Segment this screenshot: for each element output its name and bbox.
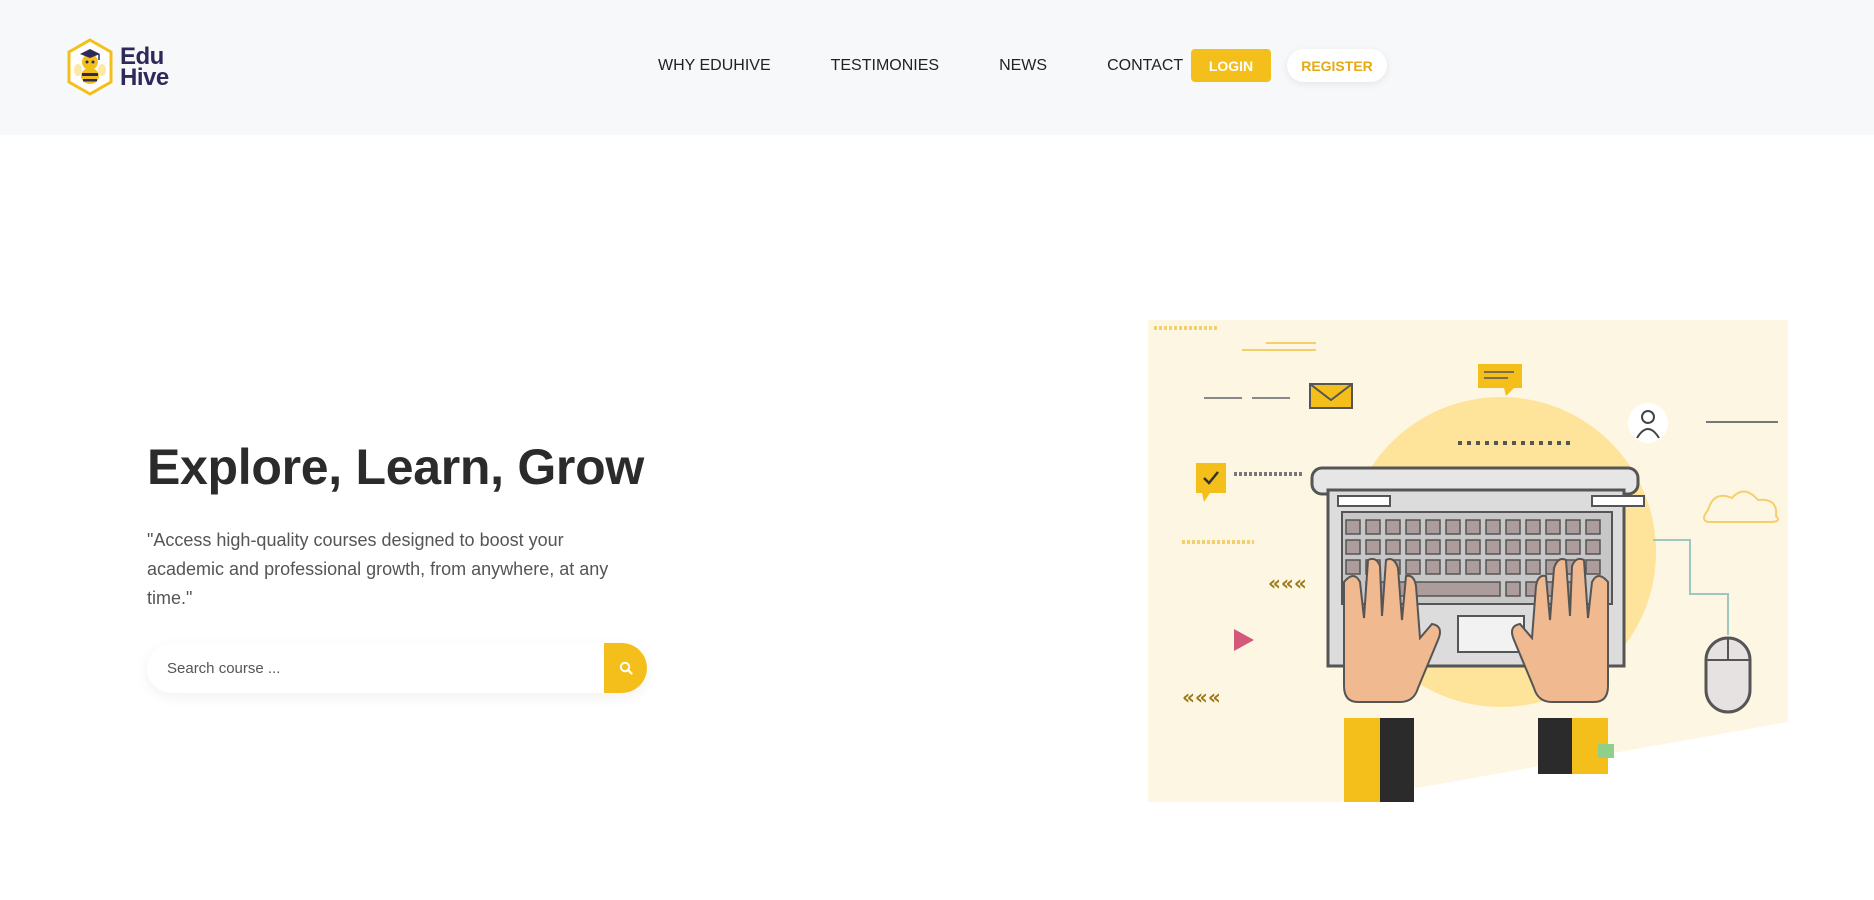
hero-illustration: ««« ««« [1148,320,1788,802]
nav-contact[interactable]: CONTACT [1107,57,1183,75]
search-icon [619,661,633,675]
user-icon [1628,403,1668,443]
nav-why-eduhive[interactable]: WHY EDUHIVE [658,57,771,75]
brand-line-2: Hive [120,64,169,91]
svg-text:«««: ««« [1268,571,1307,595]
course-search [147,643,647,693]
hero-description: "Access high-quality courses designed to… [147,530,609,608]
bee-logo-icon [67,38,113,96]
mouse-icon [1704,636,1752,714]
nav-news[interactable]: NEWS [999,57,1047,75]
main-nav: WHY EDUHIVE TESTIMONIES NEWS CONTACT [658,48,1213,84]
site-header: Edu Hive WHY EDUHIVE TESTIMONIES NEWS CO… [0,0,1874,135]
nav-testimonies[interactable]: TESTIMONIES [831,57,939,75]
envelope-icon [1309,383,1353,409]
search-input[interactable] [147,643,604,693]
login-button[interactable]: LOGIN [1191,49,1271,82]
register-button[interactable]: REGISTER [1287,49,1387,82]
hero-title: Explore, Learn, Grow [147,439,644,495]
search-button[interactable] [604,643,647,693]
brand-name: Edu Hive [120,45,169,91]
logo[interactable]: Edu Hive [66,36,176,98]
svg-text:«««: ««« [1182,685,1221,709]
